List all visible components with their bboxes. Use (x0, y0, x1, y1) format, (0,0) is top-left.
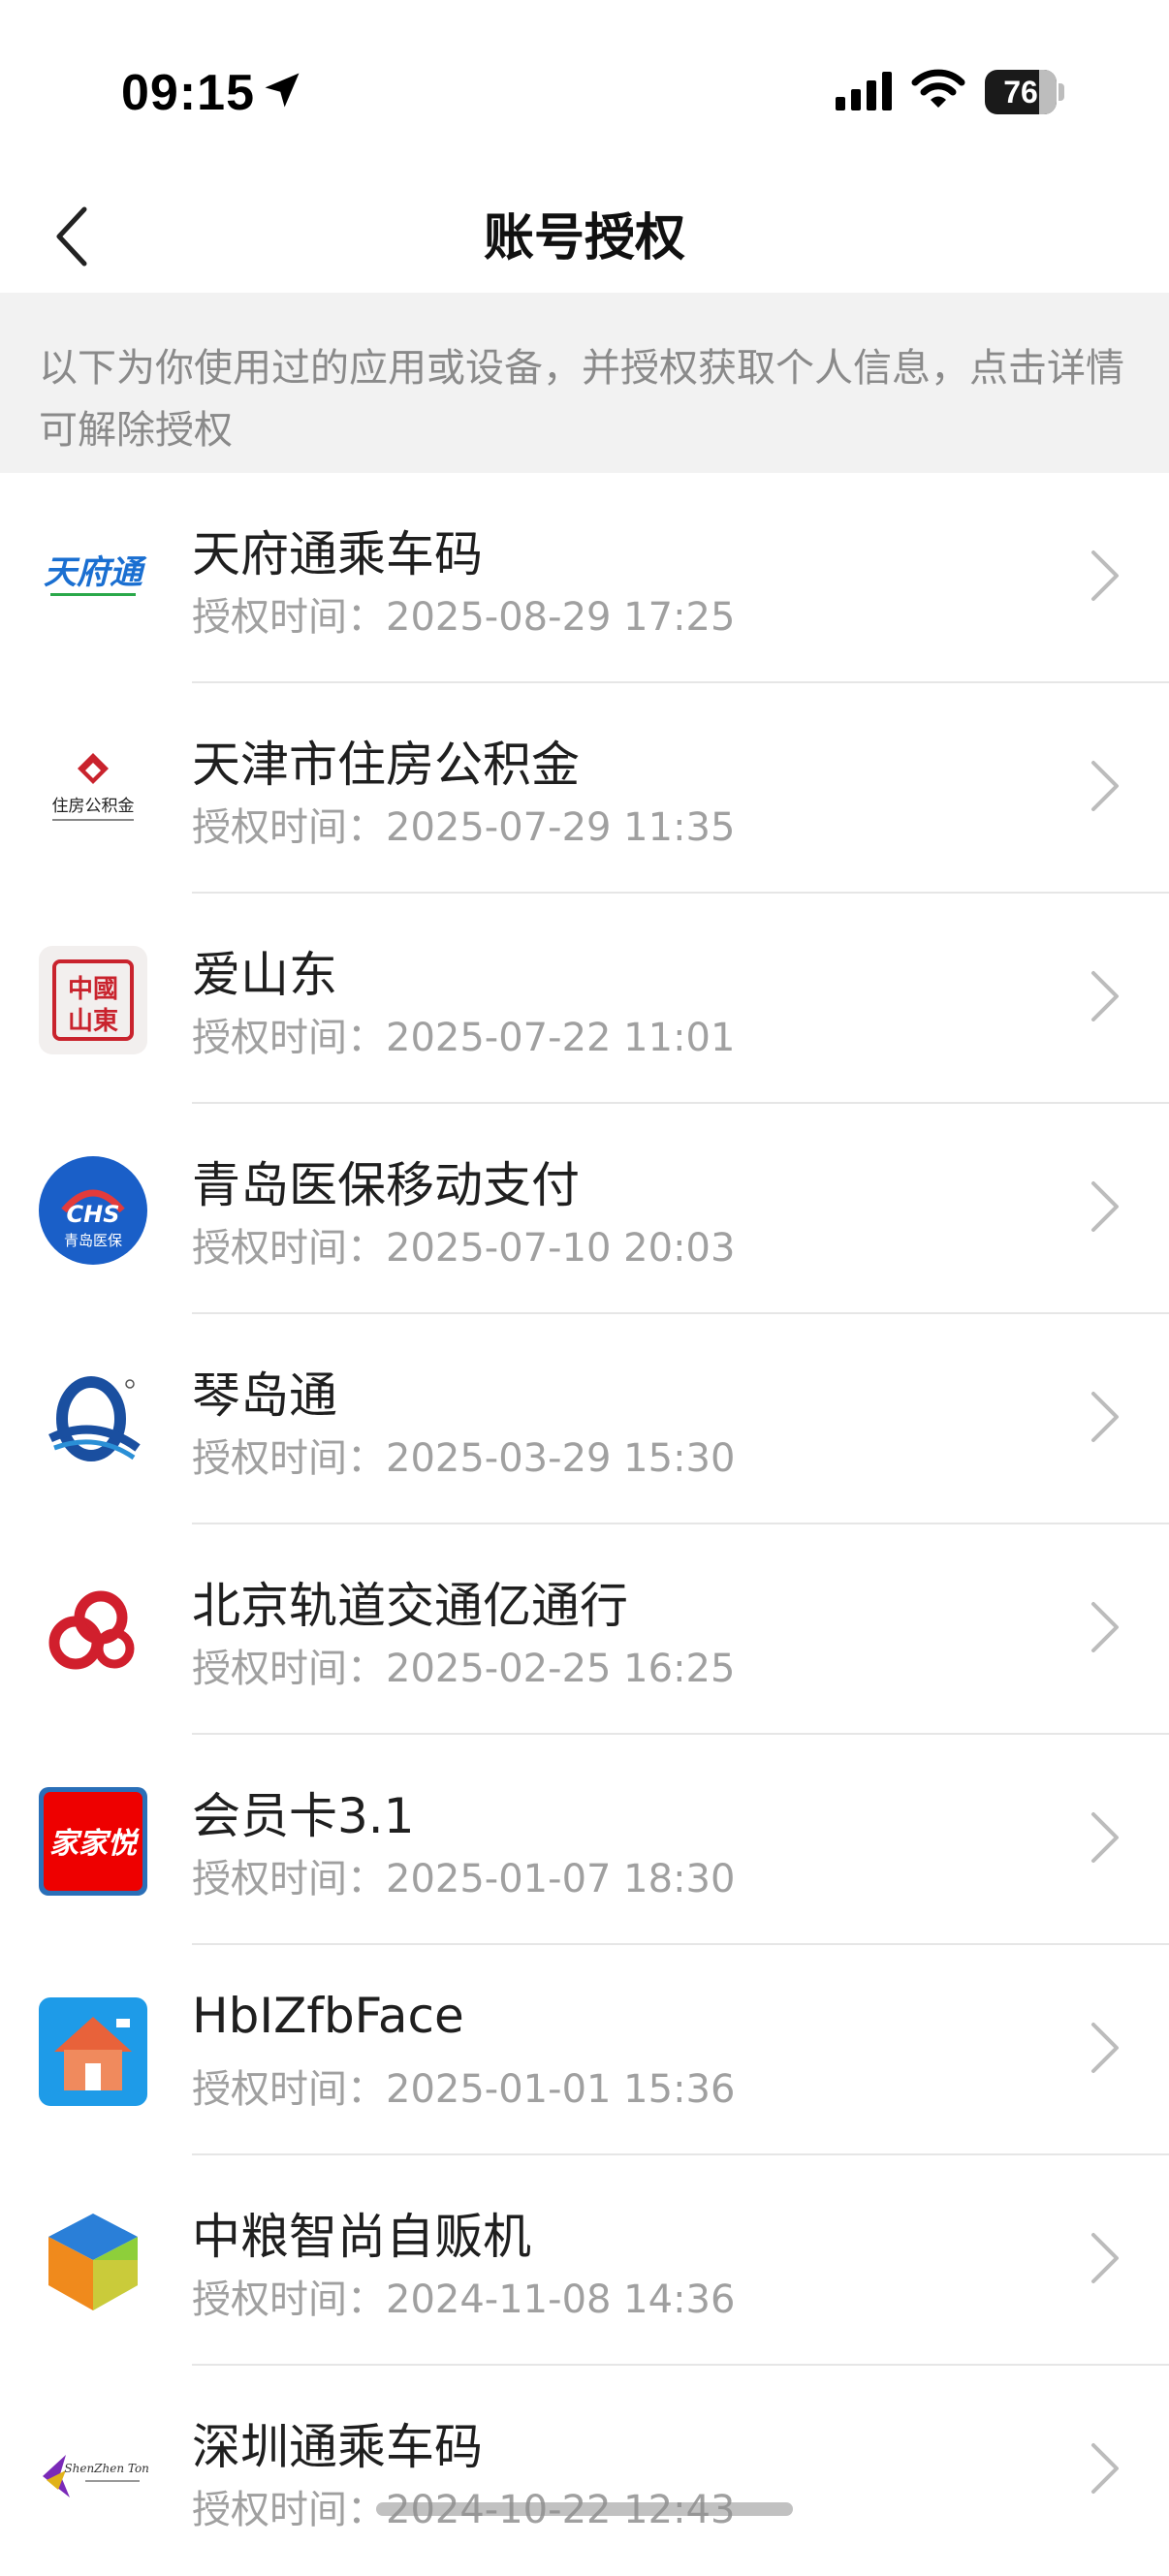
chevron-right-icon (1091, 2023, 1119, 2073)
status-time: 09:15 (121, 65, 255, 121)
navigation-bar: 账号授权 (0, 184, 1169, 293)
yitongxing-knot-logo (37, 1575, 149, 1687)
app-name: HbIZfbFace (192, 1988, 464, 2044)
list-item[interactable]: HbIZfbFace 授权时间：2025-01-01 15:36 (0, 1945, 1169, 2155)
svg-text:中國: 中國 (68, 975, 118, 1004)
notice-text: 以下为你使用过的应用或设备，并授权获取个人信息，点击详情可解除授权 (39, 346, 1124, 453)
app-name: 爱山东 (192, 947, 337, 1003)
battery-level: 76 (1003, 75, 1038, 110)
app-name: 北京轨道交通亿通行 (192, 1578, 628, 1634)
wifi-icon (911, 69, 965, 108)
battery-icon: 76 (985, 70, 1064, 114)
list-item[interactable]: 琴岛通 授权时间：2025-03-29 15:30 (0, 1314, 1169, 1524)
page-title: 账号授权 (483, 209, 685, 267)
aishandong-seal-logo: 中國 山東 (37, 944, 149, 1056)
chevron-right-icon (1091, 2443, 1119, 2494)
house-logo (37, 1995, 149, 2108)
chevron-right-icon (1091, 550, 1119, 601)
app-name: 青岛医保移动支付 (192, 1157, 580, 1213)
qindaotong-logo (37, 1365, 149, 1477)
authorization-time: 授权时间：2025-01-01 15:36 (192, 2067, 736, 2112)
svg-text:住房公积金: 住房公积金 (52, 797, 135, 816)
app-name: 会员卡3.1 (192, 1788, 415, 1844)
chevron-right-icon (1091, 1812, 1119, 1863)
svg-text:家家悦: 家家悦 (49, 1827, 140, 1861)
status-bar: 09:15 76 (0, 0, 1169, 184)
svg-text:CHS: CHS (67, 1201, 120, 1228)
authorization-time: 授权时间：2024-11-08 14:36 (192, 2278, 736, 2322)
svg-text:天府通: 天府通 (44, 553, 147, 592)
list-item[interactable]: CHS 青岛医保 青岛医保移动支付 授权时间：2025-07-10 20:03 (0, 1104, 1169, 1314)
app-name: 天府通乘车码 (192, 526, 483, 582)
app-name: 天津市住房公积金 (192, 737, 580, 793)
chevron-right-icon (1091, 1392, 1119, 1442)
chevron-left-icon (56, 206, 87, 267)
authorized-apps-list: 天府通 天府通乘车码 授权时间：2025-08-29 17:25 住房公积金 天… (0, 473, 1169, 2576)
chevron-right-icon (1091, 971, 1119, 1021)
location-arrow-icon (265, 73, 300, 108)
authorization-notice: 以下为你使用过的应用或设备，并授权获取个人信息，点击详情可解除授权 (0, 293, 1169, 473)
chevron-right-icon (1091, 761, 1119, 811)
qingdao-medical-insurance-logo: CHS 青岛医保 (37, 1154, 149, 1267)
authorization-time: 授权时间：2025-08-29 17:25 (192, 595, 736, 640)
chevron-right-icon (1091, 1181, 1119, 1232)
app-name: 中粮智尚自贩机 (192, 2209, 531, 2265)
svg-text:青岛医保: 青岛医保 (64, 1232, 122, 1249)
svg-text:山東: 山東 (68, 1007, 118, 1036)
home-indicator[interactable] (376, 2502, 793, 2516)
cellular-signal-icon (836, 72, 892, 110)
app-name: 琴岛通 (192, 1367, 337, 1424)
chevron-right-icon (1091, 1602, 1119, 1652)
tianfutong-logo: 天府通 (37, 523, 149, 636)
svg-text:ShenZhen Tong: ShenZhen Tong (64, 2462, 149, 2475)
list-item[interactable]: 北京轨道交通亿通行 授权时间：2025-02-25 16:25 (0, 1524, 1169, 1735)
list-item[interactable]: 中粮智尚自贩机 授权时间：2024-11-08 14:36 (0, 2155, 1169, 2366)
authorization-time: 授权时间：2025-02-25 16:25 (192, 1647, 736, 1691)
shenzhentong-logo: ShenZhen Tong (37, 2416, 149, 2529)
list-item[interactable]: 住房公积金 天津市住房公积金 授权时间：2025-07-29 11:35 (0, 683, 1169, 894)
authorization-time: 授权时间：2025-07-10 20:03 (192, 1226, 736, 1271)
tianjin-housing-fund-logo: 住房公积金 (37, 734, 149, 846)
cube-logo (37, 2206, 149, 2318)
back-button[interactable] (37, 198, 105, 275)
authorization-time: 授权时间：2025-01-07 18:30 (192, 1857, 736, 1901)
authorization-time: 授权时间：2025-07-22 11:01 (192, 1016, 736, 1060)
list-item[interactable]: ShenZhen Tong 深圳通乘车码 授权时间：2024-10-22 12:… (0, 2366, 1169, 2576)
authorization-time: 授权时间：2025-07-29 11:35 (192, 805, 736, 850)
chevron-right-icon (1091, 2233, 1119, 2283)
authorization-time: 授权时间：2025-03-29 15:30 (192, 1436, 736, 1481)
list-item[interactable]: 中國 山東 爱山东 授权时间：2025-07-22 11:01 (0, 894, 1169, 1104)
list-item[interactable]: 天府通 天府通乘车码 授权时间：2025-08-29 17:25 (0, 473, 1169, 683)
list-item[interactable]: 家家悦 会员卡3.1 授权时间：2025-01-07 18:30 (0, 1735, 1169, 1945)
app-name: 深圳通乘车码 (192, 2419, 483, 2475)
jiajiayue-logo: 家家悦 (37, 1785, 149, 1898)
